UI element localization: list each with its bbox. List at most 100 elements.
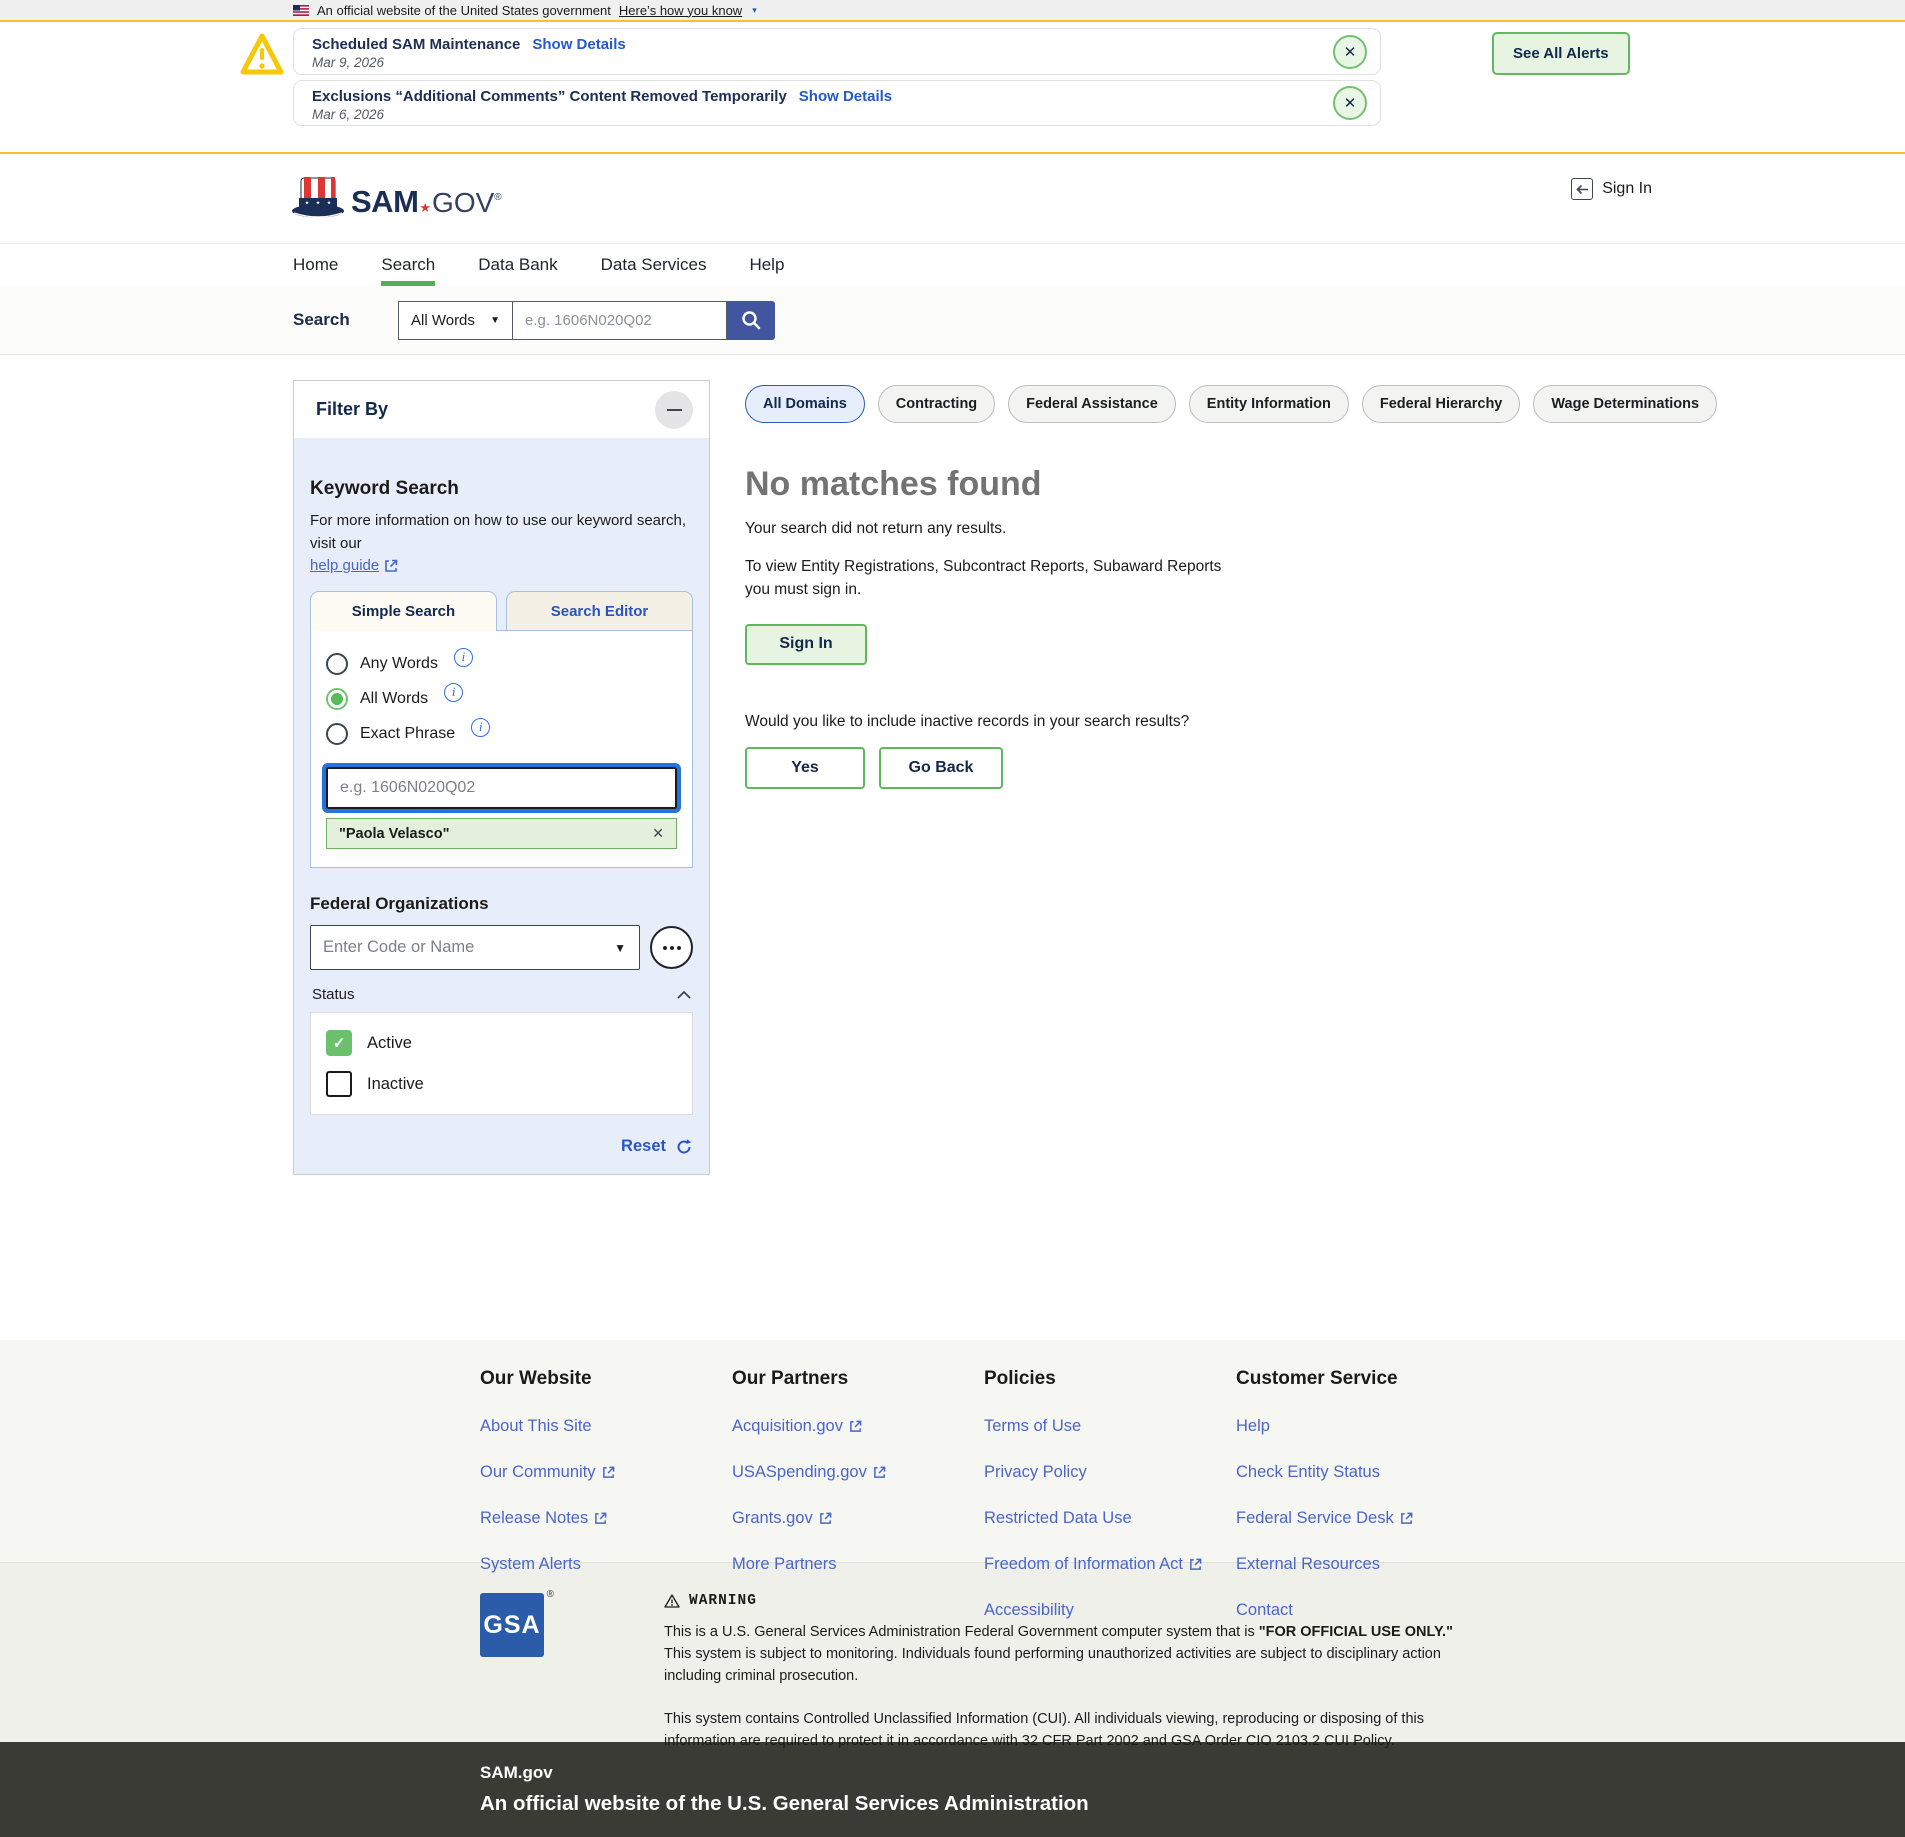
radio-exact-phrase[interactable] bbox=[326, 723, 348, 745]
status-options-box: ✓ Active Inactive bbox=[310, 1012, 693, 1115]
us-flag-icon bbox=[293, 5, 309, 16]
nav-item-home[interactable]: Home bbox=[293, 244, 338, 286]
info-icon[interactable]: i bbox=[471, 718, 490, 737]
top-search-input[interactable] bbox=[513, 301, 727, 340]
radio-any-words-label: Any Words bbox=[360, 655, 438, 673]
go-back-button[interactable]: Go Back bbox=[879, 747, 1003, 789]
footer-link-release-notes[interactable]: Release Notes bbox=[480, 1509, 732, 1528]
footer-identifier: SAM.gov An official website of the U.S. … bbox=[0, 1742, 1905, 1837]
tab-simple-search[interactable]: Simple Search bbox=[310, 591, 497, 631]
domain-tab-entity-information[interactable]: Entity Information bbox=[1189, 385, 1349, 423]
external-link-icon bbox=[602, 1466, 615, 1479]
filter-by-title: Filter By bbox=[316, 399, 388, 420]
footer-link-foia[interactable]: Freedom of Information Act bbox=[984, 1555, 1236, 1574]
minus-icon bbox=[667, 409, 682, 411]
footer-link-usaspending-gov[interactable]: USASpending.gov bbox=[732, 1463, 984, 1482]
footer-link-grants-gov[interactable]: Grants.gov bbox=[732, 1509, 984, 1528]
domain-tab-all-domains[interactable]: All Domains bbox=[745, 385, 865, 423]
see-all-alerts-button[interactable]: See All Alerts bbox=[1492, 32, 1630, 75]
federal-org-input[interactable] bbox=[310, 925, 640, 970]
how-you-know-link[interactable]: Here’s how you know bbox=[619, 3, 742, 18]
footer-link-system-alerts[interactable]: System Alerts bbox=[480, 1555, 732, 1574]
simple-search-box: Any Words i All Words i Exact Phrase i bbox=[310, 630, 693, 868]
warning-title: WARNING bbox=[689, 1593, 757, 1609]
close-alert-button[interactable]: ✕ bbox=[1333, 35, 1367, 69]
footer-link-check-entity-status[interactable]: Check Entity Status bbox=[1236, 1463, 1488, 1482]
footer-column-our-partners: Our Partners Acquisition.gov USASpending… bbox=[732, 1368, 984, 1562]
footer-link-about-this-site[interactable]: About This Site bbox=[480, 1417, 732, 1436]
collapse-filters-button[interactable] bbox=[655, 391, 693, 429]
alert-title: Scheduled SAM Maintenance bbox=[312, 36, 520, 53]
footer-link-federal-service-desk[interactable]: Federal Service Desk bbox=[1236, 1509, 1488, 1528]
keyword-chip: "Paola Velasco" ✕ bbox=[326, 818, 677, 849]
search-bar: Search All Words ▼ bbox=[0, 286, 1905, 355]
alert-date: Mar 6, 2026 bbox=[312, 107, 1320, 122]
domain-tab-federal-assistance[interactable]: Federal Assistance bbox=[1008, 385, 1176, 423]
site-header: SAM ★ GOV ® Sign In bbox=[0, 154, 1905, 243]
nav-item-help[interactable]: Help bbox=[749, 244, 784, 286]
external-link-icon bbox=[873, 1466, 886, 1479]
external-link-icon bbox=[384, 559, 398, 573]
footer-column-policies: Policies Terms of Use Privacy Policy Res… bbox=[984, 1368, 1236, 1562]
info-icon[interactable]: i bbox=[444, 683, 463, 702]
footer-heading: Our Website bbox=[480, 1368, 732, 1390]
footer-heading: Customer Service bbox=[1236, 1368, 1488, 1390]
help-guide-link[interactable]: help guide bbox=[310, 557, 398, 574]
domain-tab-contracting[interactable]: Contracting bbox=[878, 385, 995, 423]
radio-any-words[interactable] bbox=[326, 653, 348, 675]
footer-link-our-community[interactable]: Our Community bbox=[480, 1463, 732, 1482]
alert-card-maintenance: Scheduled SAM Maintenance Show Details M… bbox=[293, 28, 1381, 75]
external-link-icon bbox=[1189, 1558, 1202, 1571]
show-details-link[interactable]: Show Details bbox=[799, 88, 892, 105]
warning-paragraph-2: This system contains Controlled Unclassi… bbox=[664, 1709, 1464, 1753]
remove-chip-button[interactable]: ✕ bbox=[652, 825, 664, 842]
sign-in-button[interactable]: Sign In bbox=[745, 624, 867, 665]
status-section-header[interactable]: Status bbox=[310, 986, 693, 1003]
info-icon[interactable]: i bbox=[454, 648, 473, 667]
footer-link-acquisition-gov[interactable]: Acquisition.gov bbox=[732, 1417, 984, 1436]
header-sign-in-link[interactable]: Sign In bbox=[1571, 178, 1652, 200]
nav-item-data-services[interactable]: Data Services bbox=[601, 244, 707, 286]
sign-in-label: Sign In bbox=[1602, 180, 1652, 198]
search-results: All Domains Contracting Federal Assistan… bbox=[745, 380, 1585, 789]
footer-link-terms-of-use[interactable]: Terms of Use bbox=[984, 1417, 1236, 1436]
footer-link-help[interactable]: Help bbox=[1236, 1417, 1488, 1436]
chevron-down-icon: ▾ bbox=[752, 5, 757, 16]
alert-card-exclusions: Exclusions “Additional Comments” Content… bbox=[293, 80, 1381, 126]
close-alert-button[interactable]: ✕ bbox=[1333, 86, 1367, 120]
checkbox-inactive[interactable] bbox=[326, 1071, 352, 1097]
footer-link-more-partners[interactable]: More Partners bbox=[732, 1555, 984, 1574]
footer-link-restricted-data-use[interactable]: Restricted Data Use bbox=[984, 1509, 1236, 1528]
search-submit-button[interactable] bbox=[727, 301, 775, 340]
footer-column-customer-service: Customer Service Help Check Entity Statu… bbox=[1236, 1368, 1488, 1562]
help-guide-label: help guide bbox=[310, 557, 379, 574]
logo-gov-text: GOV bbox=[432, 187, 494, 219]
search-label: Search bbox=[293, 310, 398, 330]
alert-title: Exclusions “Additional Comments” Content… bbox=[312, 88, 787, 105]
keyword-search-input[interactable] bbox=[326, 767, 677, 809]
alerts-section: Scheduled SAM Maintenance Show Details M… bbox=[0, 22, 1905, 154]
nav-item-search[interactable]: Search bbox=[381, 244, 435, 286]
footer-link-external-resources[interactable]: External Resources bbox=[1236, 1555, 1488, 1574]
sam-gov-logo[interactable]: SAM ★ GOV ® bbox=[291, 174, 502, 220]
show-details-link[interactable]: Show Details bbox=[532, 36, 625, 53]
reset-filters-button[interactable]: Reset bbox=[310, 1137, 693, 1156]
nav-item-data-bank[interactable]: Data Bank bbox=[478, 244, 557, 286]
main-content: Filter By Keyword Search For more inform… bbox=[0, 355, 1905, 1340]
checkbox-active[interactable]: ✓ bbox=[326, 1030, 352, 1056]
logo-registered-mark: ® bbox=[494, 192, 501, 203]
no-results-message: Your search did not return any results. bbox=[745, 520, 1585, 538]
tab-search-editor[interactable]: Search Editor bbox=[506, 591, 693, 631]
domain-tab-wage-determinations[interactable]: Wage Determinations bbox=[1533, 385, 1717, 423]
radio-all-words[interactable] bbox=[326, 688, 348, 710]
gsa-logo: GSA bbox=[480, 1593, 544, 1657]
gsa-registered-mark: ® bbox=[547, 1589, 554, 1600]
org-more-options-button[interactable] bbox=[650, 926, 693, 969]
keyword-chip-label: "Paola Velasco" bbox=[339, 826, 449, 842]
domain-tab-federal-hierarchy[interactable]: Federal Hierarchy bbox=[1362, 385, 1521, 423]
footer-link-privacy-policy[interactable]: Privacy Policy bbox=[984, 1463, 1236, 1482]
yes-button[interactable]: Yes bbox=[745, 747, 865, 789]
external-link-icon bbox=[594, 1512, 607, 1525]
chevron-up-icon bbox=[677, 990, 691, 999]
search-mode-select[interactable]: All Words ▼ bbox=[398, 301, 513, 340]
